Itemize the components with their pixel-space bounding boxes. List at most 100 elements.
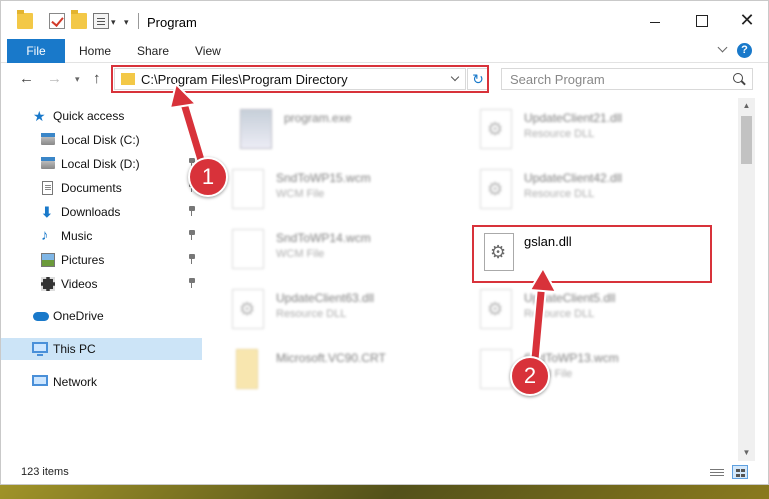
sidebar-item-quick-access[interactable]: ★ Quick access: [1, 105, 202, 127]
file-name: UpdateClient42.dll: [524, 171, 623, 185]
sidebar-item-music[interactable]: ♪ Music: [1, 225, 202, 247]
file-type: WCM File: [276, 248, 325, 260]
file-type: Resource DLL: [524, 188, 595, 200]
minimize-button[interactable]: [632, 1, 678, 39]
pin-icon[interactable]: [187, 278, 197, 288]
file-name: program.exe: [284, 111, 352, 125]
help-icon[interactable]: ?: [737, 43, 752, 58]
file-icon: [480, 349, 512, 389]
details-view-icon[interactable]: [710, 467, 724, 479]
file-name: UpdateClient63.dll: [276, 291, 375, 305]
file-name: UpdateClient5.dll: [524, 291, 616, 305]
sidebar-item-network[interactable]: Network: [1, 371, 202, 393]
item-count: 123 items: [21, 466, 69, 478]
file-item[interactable]: UpdateClient42.dll Resource DLL: [466, 163, 696, 217]
file-item[interactable]: UpdateClient5.dll Resource DLL: [466, 283, 696, 337]
dll-icon: [480, 109, 512, 149]
large-icons-view-icon[interactable]: [732, 465, 748, 479]
step-1-badge: 1: [188, 157, 228, 197]
tab-home[interactable]: Home: [79, 39, 111, 63]
sidebar-item-label: Music: [61, 229, 93, 243]
exe-icon: [240, 109, 272, 149]
pin-icon[interactable]: [187, 134, 197, 144]
tab-file[interactable]: File: [7, 39, 65, 63]
folder-icon: [236, 349, 258, 389]
file-name: Microsoft.VC90.CRT: [276, 351, 386, 365]
sidebar-item-label: Local Disk (C:): [61, 133, 140, 147]
properties-icon[interactable]: [93, 13, 109, 29]
file-item[interactable]: UpdateClient21.dll Resource DLL: [466, 103, 696, 157]
recent-locations-icon[interactable]: ▾: [75, 74, 80, 85]
sidebar-item-videos[interactable]: Videos: [1, 273, 202, 295]
file-item[interactable]: SndToWP15.wcm WCM File: [218, 163, 448, 217]
scroll-thumb[interactable]: [741, 116, 752, 164]
scroll-up-icon[interactable]: ▲: [738, 98, 755, 114]
file-item[interactable]: SndToWP13.wcm WCM File: [466, 343, 696, 397]
file-type: Resource DLL: [524, 128, 595, 140]
scroll-down-icon[interactable]: ▼: [738, 445, 755, 461]
file-name: SndToWP14.wcm: [276, 231, 371, 245]
file-item[interactable]: Microsoft.VC90.CRT: [218, 343, 448, 397]
window-title: Program: [147, 15, 197, 30]
file-highlight-box: [472, 225, 712, 283]
sidebar-item-local-disk-c[interactable]: Local Disk (C:): [1, 129, 202, 151]
sidebar-item-label: Local Disk (D:): [61, 157, 140, 171]
file-icon: [232, 169, 264, 209]
sidebar-item-documents[interactable]: Documents: [1, 177, 202, 199]
sidebar-item-label: OneDrive: [53, 309, 104, 323]
navigation-pane: ★ Quick access Local Disk (C:) Local Dis…: [1, 101, 202, 461]
folder-icon[interactable]: [17, 10, 33, 29]
file-item[interactable]: program.exe: [226, 103, 456, 157]
file-explorer-window: ▾ ▾ Program ✕ File Home Share View ? ← →…: [0, 0, 769, 485]
file-name: SndToWP15.wcm: [276, 171, 371, 185]
search-input[interactable]: Search Program: [501, 68, 753, 90]
sidebar-item-local-disk-d[interactable]: Local Disk (D:): [1, 153, 202, 175]
close-button[interactable]: ✕: [724, 1, 768, 39]
sidebar-item-pictures[interactable]: Pictures: [1, 249, 202, 271]
downloads-icon: ⬇: [41, 204, 53, 220]
title-bar: ▾ ▾ Program ✕: [1, 1, 768, 39]
music-icon: ♪: [41, 227, 49, 244]
sidebar-item-label: Downloads: [61, 205, 121, 219]
sidebar-item-label: Pictures: [61, 253, 105, 267]
address-highlight-box: [111, 65, 489, 93]
sidebar-item-label: Network: [53, 375, 98, 389]
file-list: program.exe UpdateClient21.dll Resource …: [216, 101, 736, 461]
sidebar-item-label: Documents: [61, 181, 122, 195]
expand-ribbon-icon[interactable]: [717, 43, 729, 55]
sidebar-item-downloads[interactable]: ⬇ Downloads: [1, 201, 202, 223]
computer-icon: [32, 342, 48, 356]
star-icon: ★: [33, 108, 46, 124]
dll-icon: [480, 169, 512, 209]
properties-check-icon[interactable]: [49, 13, 65, 29]
pin-icon[interactable]: [187, 254, 197, 264]
dll-icon: [480, 289, 512, 329]
customize-toolbar-icon[interactable]: ▾: [124, 17, 129, 28]
sidebar-item-this-pc[interactable]: This PC: [1, 338, 202, 360]
pin-icon[interactable]: [187, 206, 197, 216]
vertical-scrollbar[interactable]: ▲ ▼: [738, 98, 755, 461]
search-placeholder: Search Program: [510, 72, 605, 87]
ribbon-tabs: File Home Share View ?: [1, 39, 768, 63]
documents-icon: [42, 181, 53, 195]
maximize-button[interactable]: [678, 1, 724, 39]
pin-icon[interactable]: [187, 230, 197, 240]
new-folder-icon[interactable]: [71, 10, 87, 29]
file-item[interactable]: UpdateClient63.dll Resource DLL: [218, 283, 448, 337]
up-arrow-icon[interactable]: ↑: [93, 70, 101, 87]
tab-view[interactable]: View: [195, 39, 221, 63]
drive-icon: [41, 157, 55, 169]
back-arrow-icon[interactable]: ←: [19, 70, 34, 87]
file-type: WCM File: [276, 188, 325, 200]
file-item[interactable]: SndToWP14.wcm WCM File: [218, 223, 448, 277]
sidebar-item-label: This PC: [53, 342, 96, 356]
tab-share[interactable]: Share: [137, 39, 169, 63]
pictures-icon: [41, 253, 55, 267]
step-2-badge: 2: [510, 356, 550, 396]
quick-access-dropdown-icon[interactable]: ▾: [111, 17, 116, 28]
file-name: UpdateClient21.dll: [524, 111, 623, 125]
search-icon[interactable]: [733, 73, 743, 83]
forward-arrow-icon[interactable]: →: [47, 70, 62, 87]
drive-icon: [41, 133, 55, 145]
sidebar-item-onedrive[interactable]: OneDrive: [1, 305, 202, 327]
